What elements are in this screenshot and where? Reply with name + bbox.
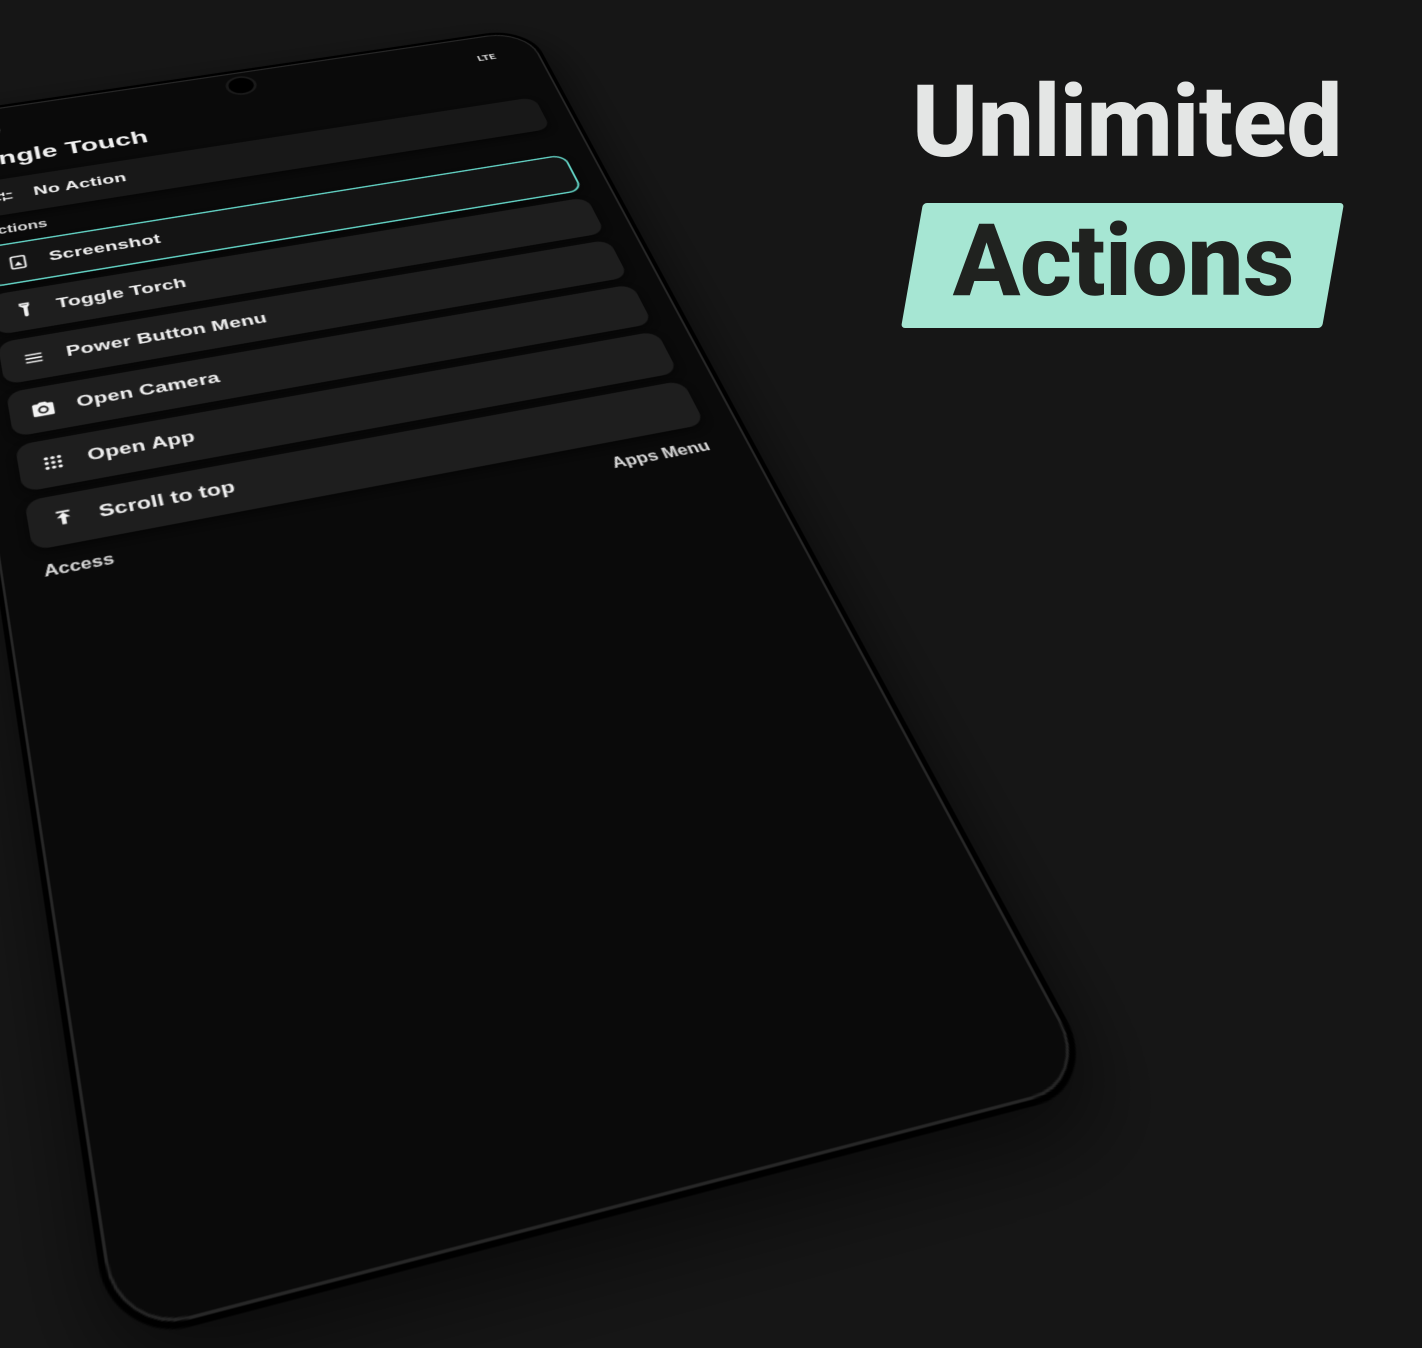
arrow-up-icon: [49, 507, 80, 532]
network-label: LTE: [476, 52, 498, 62]
action-label: Toggle Torch: [55, 275, 189, 312]
wifi-icon: [470, 54, 475, 64]
menu-icon: [20, 347, 48, 368]
access-section-label: Access: [43, 551, 116, 581]
headline-pill: Actions: [901, 203, 1344, 328]
headline-line-2: Actions: [953, 209, 1294, 314]
action-label: Screenshot: [48, 232, 163, 265]
flashlight-icon: [11, 300, 38, 320]
marketing-headline: Unlimited Actions: [912, 70, 1342, 328]
status-time: 2:00: [0, 125, 2, 141]
screen-content: Single Touch No Action Actions Screensho…: [0, 60, 734, 585]
headline-line-1: Unlimited: [912, 70, 1342, 175]
status-icons: LTE: [470, 49, 509, 65]
phone-mockup: 2:00 LTE Single Touch: [0, 20, 760, 1120]
no-action-label: No Action: [32, 171, 128, 200]
action-label: Scroll to top: [97, 478, 238, 523]
apps-grid-icon: [39, 451, 69, 475]
action-label: Open Camera: [75, 369, 222, 412]
access-row-apps-menu-label[interactable]: Apps Menu: [609, 439, 713, 473]
battery-icon: [504, 49, 509, 59]
signal-icon: [498, 50, 503, 60]
camera-icon: [29, 398, 58, 420]
action-label: Open App: [86, 428, 198, 466]
sliders-icon: [0, 188, 16, 206]
screenshot-icon: [5, 253, 31, 272]
